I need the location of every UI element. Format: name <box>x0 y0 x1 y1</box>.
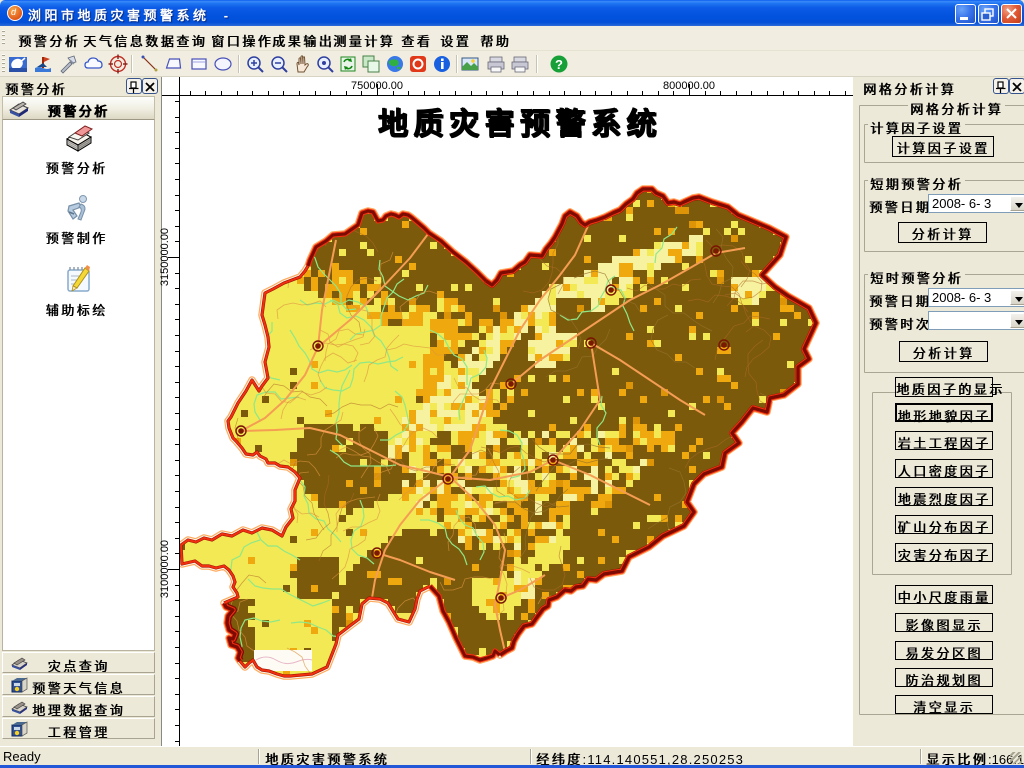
svg-text:?: ? <box>555 57 563 72</box>
